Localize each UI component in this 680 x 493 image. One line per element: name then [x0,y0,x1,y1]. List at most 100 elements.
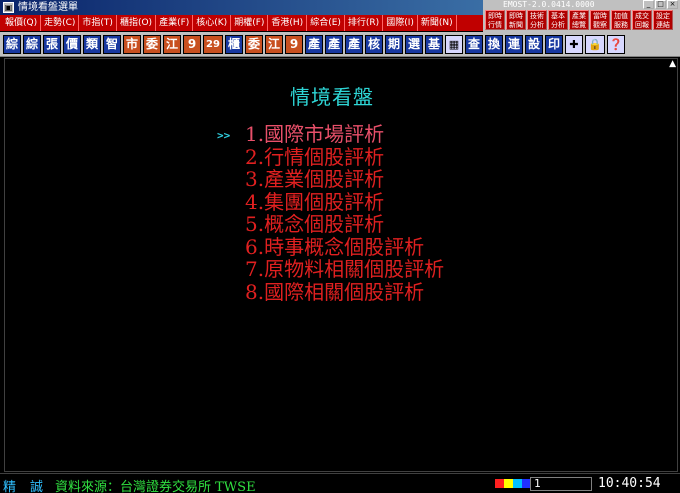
quick-button[interactable]: 基本 分析 [548,10,568,30]
toolbar-button[interactable]: 價 [63,34,81,54]
color-swatch [504,479,513,488]
quick-button-label: 連結 [656,21,670,29]
menu-item[interactable]: 市指(T) [79,15,117,31]
menu-option[interactable]: 3.產業個股評析 [245,168,444,191]
toolbar-button[interactable]: 江 [163,34,181,54]
toolbar-button[interactable]: ❓ [607,34,625,54]
menu-item[interactable]: 排行(R) [345,15,384,31]
connection-color-indicator [495,479,531,488]
window-controls: _ □ × [643,0,678,9]
quick-buttons: 即時 行情 即時 新聞 技術 分析 基本 分析 產業 總覽 當時 觀察 加值 服務 成交 回報 設定 連結 [485,10,673,30]
quick-button-label: 分析 [551,21,565,29]
quick-button-label: 產業 [572,12,586,20]
menu-item[interactable]: 期權(F) [231,15,269,31]
menu-option[interactable]: 2.行情個股評析 [245,145,444,169]
quick-button[interactable]: 設定 連結 [653,10,673,30]
menu-option[interactable]: 4.集團個股評析 [245,190,444,214]
quick-button[interactable]: 產業 總覽 [569,10,589,30]
main-panel: 情境看盤 >> 1.國際市場評析 2.行情個股評析 3.產業個股評析 4.集團個股評析… [4,58,678,472]
quick-button-label: 新聞 [509,21,523,29]
status-bar: 精 誠 資料來源：台灣證券交易所 TWSE 1 10:40:54 [0,473,680,493]
quick-button-label: 設定 [656,12,670,20]
app-icon: ▣ [3,2,14,13]
menu-option[interactable]: 6.時事概念個股評析 [245,235,444,259]
toolbar-button[interactable]: 產 [325,34,343,54]
menu-option[interactable]: 7.原物料相關個股評析 [245,258,444,281]
toolbar-button[interactable]: 查 [465,34,483,54]
toolbar-button[interactable]: 智 [103,34,121,54]
quick-button-label: 分析 [530,21,544,29]
toolbar-button[interactable]: 9 [285,34,303,54]
toolbar-button[interactable]: 市 [123,34,141,54]
toolbar-button[interactable]: 綜 [3,34,21,54]
toolbar-button[interactable]: 委 [143,34,161,54]
quick-button[interactable]: 加值 服務 [611,10,631,30]
title-bar: ▣ 情境看盤選單 [0,0,483,15]
menu-option[interactable]: 8.國際相關個股評析 [245,280,444,304]
quick-button-label: 成交 [635,12,649,20]
toolbar-button[interactable]: 基 [425,34,443,54]
quick-button[interactable]: 成交 回報 [632,10,652,30]
menu-item[interactable]: 櫃指(O) [117,15,157,31]
toolbar-button[interactable]: 選 [405,34,423,54]
quick-button[interactable]: 當時 觀察 [590,10,610,30]
toolbar: 綜綜張價類智市委江 9 29 櫃委江 9 產產產核期選基 ▦ 查換連設印 ✚ 🔒 ❓ [0,32,680,57]
menu-item[interactable]: 核心(K) [193,15,232,31]
quick-button[interactable]: 即時 行情 [485,10,505,30]
scrollbar[interactable]: ▲ [667,59,677,471]
toolbar-button[interactable]: 張 [43,34,61,54]
data-source-label: 資料來源：台灣證券交易所 TWSE [55,480,256,493]
menu-item[interactable]: 產業(F) [156,15,194,31]
menu-item[interactable]: 香港(H) [268,15,308,31]
menu-item[interactable]: 國際(I) [383,15,418,31]
quick-button[interactable]: 技術 分析 [527,10,547,30]
version-label: EMOST-2.0.0414.0000 [503,0,595,9]
scroll-up-icon[interactable]: ▲ [669,59,676,69]
color-swatch [495,479,504,488]
toolbar-button[interactable]: 產 [345,34,363,54]
toolbar-button[interactable]: 類 [83,34,101,54]
toolbar-button[interactable]: 連 [505,34,523,54]
toolbar-button[interactable]: ▦ [445,34,463,54]
toolbar-button[interactable]: 綜 [23,34,41,54]
page-title: 情境看盤 [290,85,374,109]
close-button[interactable]: × [667,0,678,9]
minimize-button[interactable]: _ [643,0,654,9]
quick-button-label: 總覽 [572,21,586,29]
menu-item[interactable]: 走勢(C) [41,15,80,31]
toolbar-button[interactable]: 換 [485,34,503,54]
quick-button-label: 行情 [488,21,502,29]
toolbar-button[interactable]: 印 [545,34,563,54]
quick-button-label: 回報 [635,21,649,29]
toolbar-button[interactable]: 江 [265,34,283,54]
color-swatch [513,479,522,488]
menu-option[interactable]: 1.國際市場評析 [245,123,444,146]
quick-button-label: 觀察 [593,21,607,29]
toolbar-button[interactable]: 🔒 [585,34,605,54]
menu-item[interactable]: 新聞(N) [418,15,457,31]
window-count-field: 1 [530,477,592,491]
quick-panel: EMOST-2.0.0414.0000 _ □ × 即時 行情 即時 新聞 技術 分析 基本… [483,0,680,32]
quick-button-label: 即時 [509,12,523,20]
menu-option[interactable]: 5.概念個股評析 [245,213,444,236]
maximize-button[interactable]: □ [655,0,666,9]
toolbar-button[interactable]: 產 [305,34,323,54]
toolbar-button[interactable]: 委 [245,34,263,54]
toolbar-button[interactable]: 29 [203,34,223,54]
clock-label: 10:40:54 [598,476,661,491]
toolbar-button[interactable]: ✚ [565,34,583,54]
toolbar-button[interactable]: 核 [365,34,383,54]
toolbar-button[interactable]: 9 [183,34,201,54]
mode-indicator-cheng: 誠 [30,480,44,493]
quick-button[interactable]: 即時 新聞 [506,10,526,30]
window-title: 情境看盤選單 [18,2,78,13]
quick-button-label: 技術 [530,12,544,20]
menu-item[interactable]: 綜合(E) [307,15,345,31]
toolbar-button[interactable]: 櫃 [225,34,243,54]
toolbar-button[interactable]: 設 [525,34,543,54]
quick-button-label: 即時 [488,12,502,20]
toolbar-button[interactable]: 期 [385,34,403,54]
selection-cursor-icon: >> [217,129,231,142]
menu-item[interactable]: 報價(Q) [2,15,42,31]
menu-bar: 報價(Q) 走勢(C) 市指(T) 櫃指(O) 產業(F) 核心(K) 期權(F) 香港(H)… [0,15,483,31]
